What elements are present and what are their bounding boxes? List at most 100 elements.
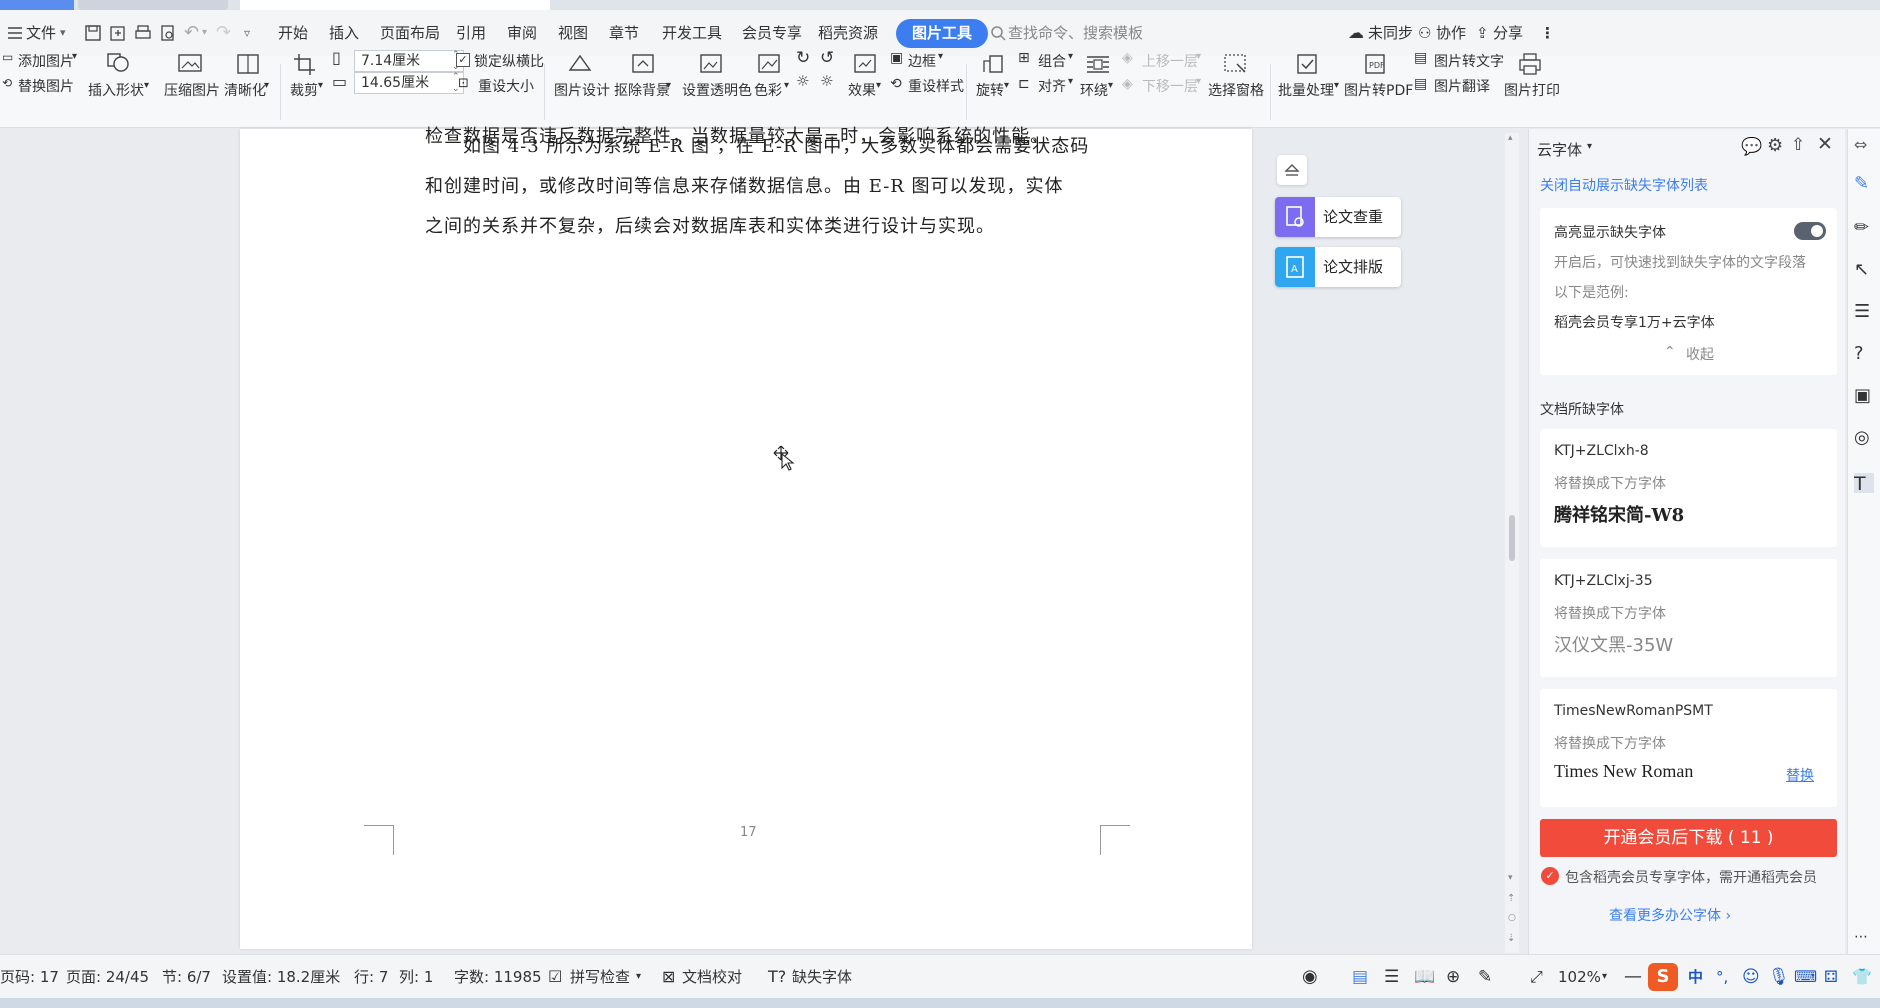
pin-icon[interactable]: ⇧ [1791, 135, 1805, 155]
rotate-right-icon[interactable]: ↺ [820, 48, 834, 68]
image-to-text-button[interactable]: 图片转文字 [1434, 51, 1504, 71]
compress-image-button[interactable]: 压缩图片 [164, 80, 220, 100]
crop-dropdown-icon[interactable]: ▾ [318, 80, 323, 91]
image-print-button[interactable]: 图片打印 [1504, 80, 1560, 100]
share-icon[interactable]: ⇪ [1476, 10, 1489, 56]
tab-member[interactable]: 会员专享 [742, 10, 802, 56]
reset-size-button[interactable]: 重设大小 [478, 76, 534, 96]
settings-icon[interactable]: ⚙ [1767, 135, 1783, 156]
prev-page-icon[interactable]: ⇡ [1507, 893, 1515, 904]
close-auto-show-link[interactable]: 关闭自动展示缺失字体列表 [1540, 175, 1708, 195]
sidebar-image-icon[interactable]: ▣ [1854, 385, 1874, 406]
browse-object-icon[interactable]: ○ [1508, 913, 1516, 923]
close-icon[interactable]: ✕ [1817, 133, 1833, 155]
ime-emoji-icon[interactable]: ☺ [1742, 955, 1760, 999]
spell-check-button[interactable]: 拼写检查 [570, 955, 630, 999]
status-section[interactable]: 节: 6/7 [162, 955, 211, 999]
send-backward-dropdown-icon[interactable]: ▾ [1196, 76, 1201, 87]
quick-access-dropdown-icon[interactable]: ▿ [244, 10, 250, 56]
remove-background-dropdown-icon[interactable]: ▾ [666, 80, 671, 91]
reading-view-icon[interactable]: 📖 [1414, 955, 1435, 999]
missing-font-button[interactable]: 缺失字体 [792, 955, 852, 999]
add-image-button[interactable]: 添加图片 [18, 51, 74, 71]
status-pages[interactable]: 页面: 24/45 [66, 955, 149, 999]
insert-shape-dropdown-icon[interactable]: ▾ [144, 80, 149, 91]
lock-ratio-checkbox[interactable]: ✓ [456, 53, 470, 67]
home-tab[interactable] [0, 0, 74, 10]
wrap-text-button[interactable]: 环绕 [1080, 80, 1108, 100]
bring-forward-dropdown-icon[interactable]: ▾ [1196, 51, 1201, 62]
ime-keyboard-icon[interactable]: ⌨ [1794, 955, 1817, 999]
sharpen-button[interactable]: 清晰化 [224, 80, 266, 100]
group-button[interactable]: 组合 [1038, 51, 1066, 71]
page-view-icon[interactable]: ▤ [1352, 955, 1368, 999]
ime-voice-icon[interactable]: 🎙 [1768, 955, 1790, 999]
file-dropdown-icon[interactable]: ▾ [60, 10, 66, 56]
rotate-dropdown-icon[interactable]: ▾ [1004, 80, 1009, 91]
sharpen-dropdown-icon[interactable]: ▾ [264, 80, 269, 91]
zoom-level[interactable]: 102% [1558, 955, 1601, 999]
collapse-button[interactable]: 收起 [1686, 344, 1714, 364]
paragraph-line[interactable]: 如图 4-3 所示为系统 E-R 图 ，在 E-R 图中，大多数实体都会需要状态… [425, 127, 1115, 167]
replace-button[interactable]: 替换 [1786, 765, 1814, 785]
sync-status[interactable]: 未同步 [1368, 10, 1413, 56]
hamburger-menu-icon[interactable] [6, 24, 24, 42]
effects-dropdown-icon[interactable]: ▾ [876, 80, 881, 91]
file-menu[interactable]: 文件 [26, 10, 56, 56]
rotate-button[interactable]: 旋转 [976, 80, 1004, 100]
batch-process-dropdown-icon[interactable]: ▾ [1334, 80, 1339, 91]
sidebar-toggle-icon[interactable]: ⇔ [1854, 135, 1867, 154]
selection-pane-button[interactable]: 选择窗格 [1208, 80, 1264, 100]
bring-forward-button[interactable]: 上移一层 [1142, 51, 1198, 71]
next-page-icon[interactable]: ⇣ [1507, 933, 1515, 944]
sidebar-pen-icon[interactable]: ✏ [1854, 217, 1874, 238]
sidebar-select-icon[interactable]: ↖ [1854, 259, 1874, 280]
ime-logo-icon[interactable]: S [1648, 963, 1678, 991]
border-button[interactable]: 边框 [908, 51, 936, 71]
print-icon[interactable] [134, 24, 152, 42]
rotate-left-icon[interactable]: ↻ [796, 48, 810, 68]
align-dropdown-icon[interactable]: ▾ [1068, 76, 1073, 87]
outline-view-icon[interactable]: ☰ [1384, 955, 1399, 999]
paper-check-button[interactable]: 论文查重 [1275, 197, 1401, 237]
border-dropdown-icon[interactable]: ▾ [938, 51, 943, 62]
scroll-down-icon[interactable]: ▾ [1508, 873, 1513, 883]
fit-page-icon[interactable]: ⤢ [1530, 955, 1543, 999]
chevron-up-icon[interactable]: ⌃ [1664, 344, 1676, 360]
wrap-text-dropdown-icon[interactable]: ▾ [1108, 80, 1113, 91]
width-spinner[interactable]: 7.14厘米 [354, 49, 464, 73]
tab-picture-tools[interactable]: 图片工具 [896, 19, 989, 48]
eye-protection-icon[interactable]: ◉ [1302, 955, 1318, 999]
undo-icon[interactable]: ↶ [184, 10, 199, 56]
status-setting-value[interactable]: 设置值: 18.2厘米 [222, 955, 340, 999]
status-word-count[interactable]: 字数: 11985 [454, 955, 542, 999]
document-scrollbar[interactable]: ▴ ▾ ⇡ ○ ⇣ [1505, 133, 1519, 953]
height-spinner[interactable]: 14.65厘米 [354, 71, 464, 95]
print-preview-icon[interactable] [159, 24, 177, 42]
collab-button[interactable]: 协作 [1436, 10, 1466, 56]
image-design-button[interactable]: 图片设计 [554, 80, 610, 100]
contrast-icon[interactable]: ☼ [820, 72, 833, 90]
cloud-sync-icon[interactable]: ☁ [1348, 10, 1364, 56]
ime-skin-icon[interactable]: 👕 [1852, 955, 1872, 999]
web-view-icon[interactable]: ⊕ [1446, 955, 1460, 999]
write-mode-icon[interactable]: ✎ [1478, 955, 1492, 999]
zoom-out-icon[interactable]: — [1624, 955, 1642, 999]
tab-review[interactable]: 审阅 [507, 10, 537, 56]
zoom-dropdown-icon[interactable]: ▾ [1602, 955, 1607, 999]
align-button[interactable]: 对齐 [1038, 76, 1066, 96]
sidebar-target-icon[interactable]: ◎ [1854, 427, 1874, 448]
panel-title-dropdown-icon[interactable]: ▾ [1587, 141, 1592, 152]
group-dropdown-icon[interactable]: ▾ [1068, 51, 1073, 62]
sidebar-help-icon[interactable]: ? [1854, 343, 1874, 364]
more-fonts-link[interactable]: 查看更多办公字体 › [1609, 905, 1731, 925]
reset-style-button[interactable]: 重设样式 [908, 76, 964, 96]
export-icon[interactable] [109, 24, 127, 42]
ime-toolbox-icon[interactable]: ⚃ [1824, 955, 1838, 999]
color-button[interactable]: 色彩 [754, 80, 782, 100]
save-icon[interactable] [84, 24, 102, 42]
image-to-pdf-button[interactable]: 图片转PDF [1344, 80, 1413, 100]
tab-developer[interactable]: 开发工具 [662, 10, 722, 56]
collapse-tools-button[interactable] [1277, 155, 1307, 185]
scroll-up-icon[interactable]: ▴ [1508, 133, 1513, 143]
